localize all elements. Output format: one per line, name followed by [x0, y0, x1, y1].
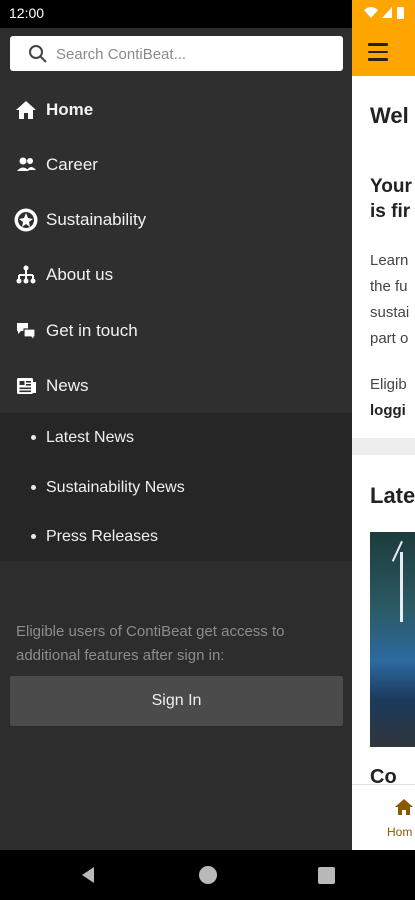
sub-item-press-releases[interactable]: Press Releases	[0, 512, 352, 562]
battery-icon	[397, 7, 404, 19]
home-icon	[16, 101, 36, 119]
clock: 12:00	[9, 5, 45, 21]
nav-label: About us	[46, 265, 114, 284]
app-header	[352, 28, 415, 76]
nav-item-news[interactable]: News	[0, 358, 352, 413]
nav-label: Get in touch	[46, 321, 138, 340]
back-icon[interactable]	[78, 865, 98, 885]
globe-icon	[14, 208, 38, 232]
nav-item-home[interactable]: Home	[0, 82, 352, 137]
news-submenu: Latest News Sustainability News Press Re…	[0, 413, 352, 561]
bullet-icon	[31, 435, 36, 440]
nav-item-career[interactable]: Career	[0, 137, 352, 192]
signal-icon	[382, 7, 392, 18]
nav-item-about-us[interactable]: About us	[0, 247, 352, 302]
intro-line: the fu	[370, 278, 408, 295]
intro-line: part o	[370, 330, 409, 347]
intro-line: Learn	[370, 252, 409, 269]
bullet-icon	[31, 485, 36, 490]
org-chart-icon	[16, 265, 36, 284]
nav-item-get-in-touch[interactable]: Get in touch	[0, 303, 352, 358]
intro-line: sustai	[370, 304, 410, 321]
news-image[interactable]	[370, 532, 415, 747]
sub-item-latest-news[interactable]: Latest News	[0, 413, 352, 463]
home-tab-icon	[395, 799, 413, 815]
sub-item-sustainability-news[interactable]: Sustainability News	[0, 463, 352, 513]
bullet-icon	[31, 534, 36, 539]
search-icon	[29, 45, 47, 63]
nav-label: Career	[46, 155, 98, 174]
wifi-icon	[364, 7, 378, 18]
latest-heading: Late	[370, 483, 415, 508]
newspaper-icon	[17, 378, 36, 394]
headline-line-1: Your	[370, 176, 412, 197]
home-button-icon[interactable]	[199, 866, 217, 884]
search-input[interactable]	[56, 42, 336, 66]
main-nav: Home Career Sustainability About us Get …	[0, 80, 352, 413]
eligible-text: Eligib loggi	[370, 372, 407, 424]
status-icons	[362, 4, 412, 22]
bottom-tab-home[interactable]: Hom	[352, 784, 415, 850]
navigation-drawer: 12:00 Home Career	[0, 0, 352, 850]
welcome-heading: Wel	[370, 103, 409, 128]
sign-in-button[interactable]: Sign In	[10, 676, 343, 726]
home-tab-label: Hom	[387, 825, 413, 839]
sub-item-label: Press Releases	[46, 528, 159, 545]
nav-label: Home	[46, 100, 94, 119]
sub-item-label: Sustainability News	[46, 479, 185, 496]
eligible-line-1: Eligib	[370, 376, 407, 393]
search-box[interactable]	[10, 36, 343, 71]
headline: Your is fir	[370, 174, 412, 224]
system-nav-bar	[0, 850, 415, 900]
people-icon	[17, 157, 36, 171]
status-bar: 12:00	[0, 0, 352, 28]
nav-label: Sustainability	[46, 210, 147, 229]
nav-label: News	[46, 376, 89, 395]
section-divider	[352, 438, 415, 455]
eligible-line-2: loggi	[370, 402, 406, 419]
intro-text: Learn the fu sustai part o	[370, 248, 409, 352]
signin-note: Eligible users of ContiBeat get access t…	[16, 623, 285, 664]
recents-icon[interactable]	[318, 867, 335, 884]
menu-icon[interactable]	[368, 43, 388, 61]
headline-line-2: is fir	[370, 201, 411, 222]
chat-icon	[17, 323, 36, 342]
nav-item-sustainability[interactable]: Sustainability	[0, 192, 352, 247]
sub-item-label: Latest News	[46, 429, 135, 446]
